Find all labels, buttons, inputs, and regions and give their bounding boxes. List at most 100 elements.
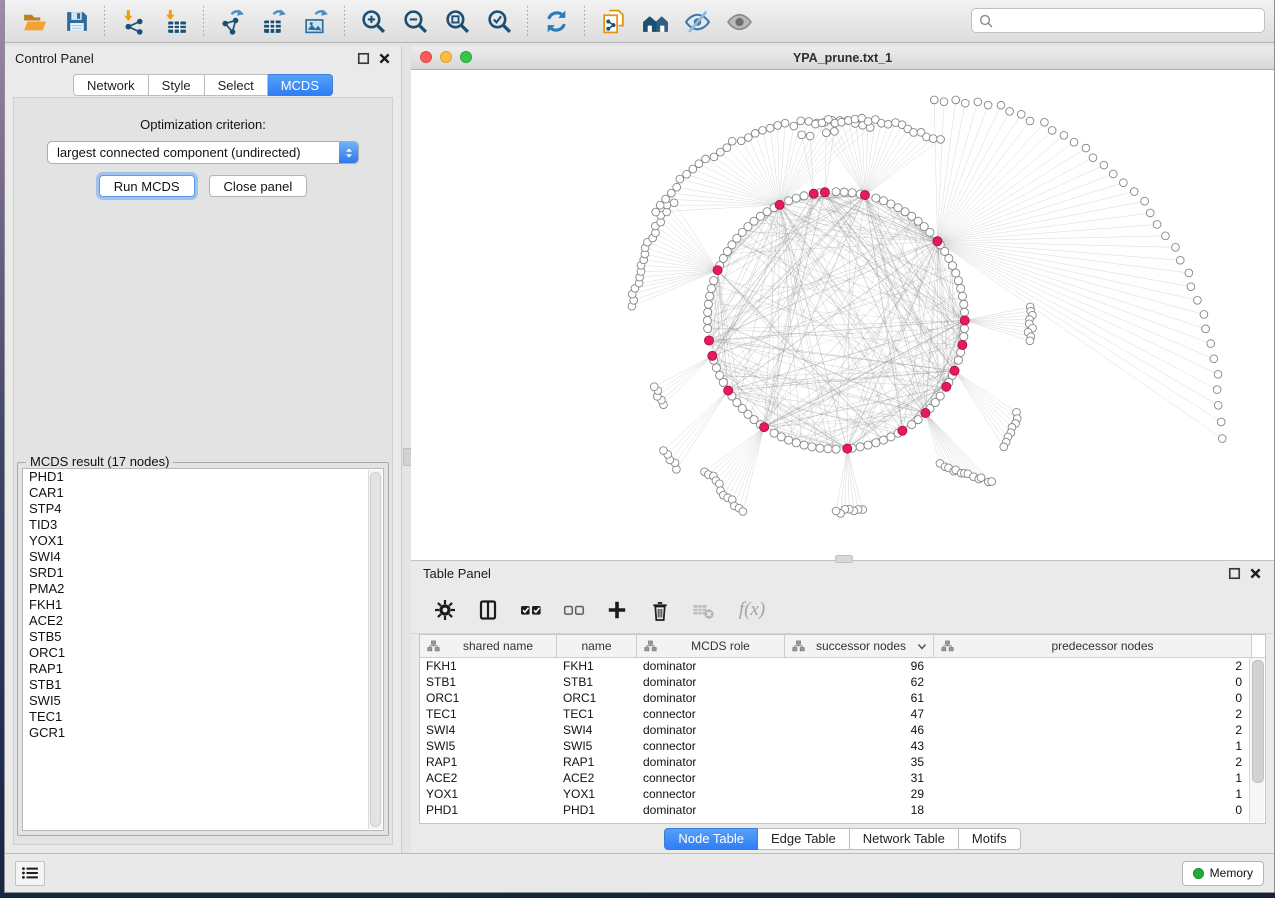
window-zoom-icon[interactable]: [460, 51, 472, 63]
cell-name[interactable]: ORC1: [557, 691, 637, 705]
cell-shared[interactable]: SWI4: [420, 723, 557, 737]
show-all-button[interactable]: [720, 3, 758, 39]
cell-succ[interactable]: 29: [785, 787, 934, 801]
export-table-button[interactable]: [255, 3, 293, 39]
column-header-name[interactable]: name: [557, 635, 637, 657]
tab-node-table[interactable]: Node Table: [664, 828, 758, 850]
cell-shared[interactable]: ORC1: [420, 691, 557, 705]
cell-role[interactable]: connector: [637, 739, 785, 753]
tab-motifs[interactable]: Motifs: [959, 828, 1021, 850]
cell-pred[interactable]: 1: [934, 739, 1252, 753]
horizontal-splitter-handle[interactable]: [835, 555, 853, 563]
close-panel-button[interactable]: Close panel: [209, 175, 308, 197]
mcds-result-item[interactable]: PMA2: [23, 581, 383, 597]
add-column-button[interactable]: [604, 597, 630, 623]
mcds-result-item[interactable]: TEC1: [23, 709, 383, 725]
cell-succ[interactable]: 35: [785, 755, 934, 769]
mcds-result-item[interactable]: SWI5: [23, 693, 383, 709]
task-history-button[interactable]: [15, 861, 45, 886]
mcds-result-item[interactable]: PHD1: [23, 469, 383, 485]
cell-shared[interactable]: PHD1: [420, 803, 557, 817]
cell-name[interactable]: PHD1: [557, 803, 637, 817]
close-panel-icon[interactable]: [378, 52, 391, 65]
column-header-succ[interactable]: successor nodes: [785, 635, 934, 657]
search-field[interactable]: [971, 8, 1265, 33]
mcds-result-item[interactable]: ACE2: [23, 613, 383, 629]
cell-shared[interactable]: ACE2: [420, 771, 557, 785]
delete-column-button[interactable]: [647, 597, 673, 623]
cell-shared[interactable]: FKH1: [420, 659, 557, 673]
table-row[interactable]: ACE2ACE2connector311: [420, 770, 1265, 786]
open-file-button[interactable]: [15, 3, 53, 39]
table-row[interactable]: SWI4SWI4dominator462: [420, 722, 1265, 738]
table-row[interactable]: YOX1YOX1connector291: [420, 786, 1265, 802]
window-close-icon[interactable]: [420, 51, 432, 63]
mcds-result-item[interactable]: FKH1: [23, 597, 383, 613]
vertical-splitter[interactable]: [402, 46, 411, 853]
tab-network[interactable]: Network: [73, 74, 149, 96]
cell-succ[interactable]: 46: [785, 723, 934, 737]
table-row[interactable]: STB1STB1dominator620: [420, 674, 1265, 690]
cell-succ[interactable]: 47: [785, 707, 934, 721]
cell-pred[interactable]: 1: [934, 771, 1252, 785]
cell-succ[interactable]: 31: [785, 771, 934, 785]
mcds-result-item[interactable]: STB1: [23, 677, 383, 693]
import-table-button[interactable]: [156, 3, 194, 39]
cell-name[interactable]: SWI5: [557, 739, 637, 753]
cell-pred[interactable]: 2: [934, 659, 1252, 673]
cell-role[interactable]: connector: [637, 787, 785, 801]
optimization-criterion-select[interactable]: largest connected component (undirected): [47, 141, 359, 164]
cell-shared[interactable]: SWI5: [420, 739, 557, 753]
cell-shared[interactable]: TEC1: [420, 707, 557, 721]
tab-network-table[interactable]: Network Table: [850, 828, 959, 850]
network-canvas[interactable]: [411, 70, 1274, 560]
cell-role[interactable]: dominator: [637, 723, 785, 737]
save-session-button[interactable]: [57, 3, 95, 39]
cell-shared[interactable]: RAP1: [420, 755, 557, 769]
table-settings-button[interactable]: [432, 597, 458, 623]
cell-role[interactable]: dominator: [637, 659, 785, 673]
cell-role[interactable]: dominator: [637, 675, 785, 689]
cell-pred[interactable]: 1: [934, 787, 1252, 801]
mcds-result-item[interactable]: SWI4: [23, 549, 383, 565]
cell-name[interactable]: ACE2: [557, 771, 637, 785]
cell-succ[interactable]: 61: [785, 691, 934, 705]
memory-button[interactable]: Memory: [1182, 861, 1264, 886]
table-row[interactable]: TEC1TEC1connector472: [420, 706, 1265, 722]
float-table-panel-icon[interactable]: [1228, 567, 1241, 580]
select-all-columns-button[interactable]: [518, 597, 544, 623]
zoom-in-button[interactable]: [354, 3, 392, 39]
mcds-result-item[interactable]: YOX1: [23, 533, 383, 549]
table-scrollbar[interactable]: [1249, 658, 1264, 822]
delete-table-button[interactable]: [690, 597, 716, 623]
tab-style[interactable]: Style: [149, 74, 205, 96]
deselect-all-columns-button[interactable]: [561, 597, 587, 623]
cell-pred[interactable]: 2: [934, 755, 1252, 769]
cell-name[interactable]: TEC1: [557, 707, 637, 721]
export-network-button[interactable]: [213, 3, 251, 39]
cell-role[interactable]: dominator: [637, 803, 785, 817]
cell-name[interactable]: FKH1: [557, 659, 637, 673]
export-image-button[interactable]: [297, 3, 335, 39]
window-minimize-icon[interactable]: [440, 51, 452, 63]
column-header-role[interactable]: MCDS role: [637, 635, 785, 657]
column-header-pred[interactable]: predecessor nodes: [934, 635, 1252, 657]
network-graph[interactable]: [411, 70, 1274, 560]
zoom-out-button[interactable]: [396, 3, 434, 39]
refresh-view-button[interactable]: [537, 3, 575, 39]
zoom-fit-button[interactable]: [438, 3, 476, 39]
table-row[interactable]: ORC1ORC1dominator610: [420, 690, 1265, 706]
cell-succ[interactable]: 18: [785, 803, 934, 817]
function-builder-button[interactable]: f(x): [733, 597, 771, 623]
mcds-result-item[interactable]: TID3: [23, 517, 383, 533]
mcds-result-item[interactable]: STB5: [23, 629, 383, 645]
cell-shared[interactable]: YOX1: [420, 787, 557, 801]
cell-role[interactable]: dominator: [637, 755, 785, 769]
mcds-result-item[interactable]: RAP1: [23, 661, 383, 677]
mcds-result-item[interactable]: ORC1: [23, 645, 383, 661]
tab-mcds[interactable]: MCDS: [268, 74, 333, 96]
first-neighbors-button[interactable]: [636, 3, 674, 39]
column-header-shared[interactable]: shared name: [420, 635, 557, 657]
import-network-button[interactable]: [114, 3, 152, 39]
mcds-list-scrollbar[interactable]: [368, 470, 382, 829]
